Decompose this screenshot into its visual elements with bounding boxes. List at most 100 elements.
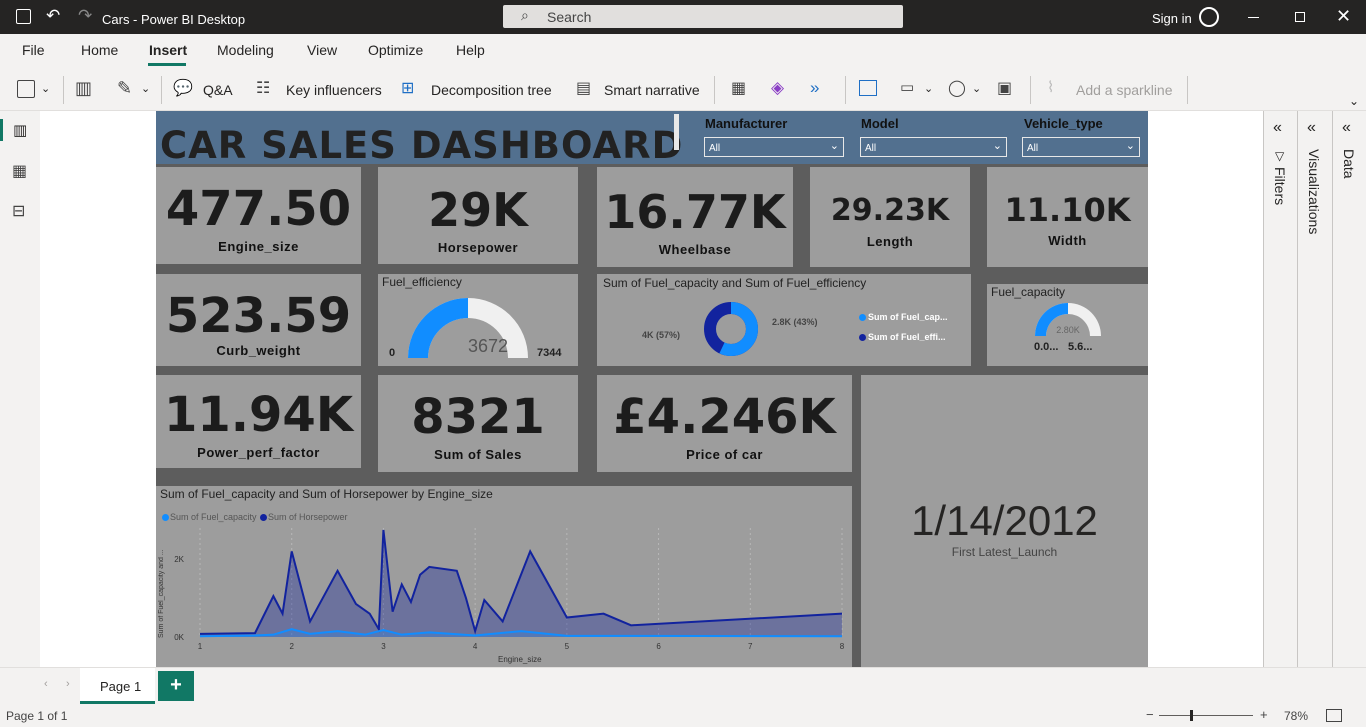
page-count: Page 1 of 1 [6,709,68,723]
curb-weight-card[interactable]: 523.59 Curb_weight [156,274,361,366]
data-pane[interactable]: « Data [1333,111,1366,667]
qa-icon[interactable]: 💬 [173,78,195,100]
table-view-icon[interactable]: ▦ [12,161,27,181]
manufacturer-slicer[interactable]: All ⌄ [704,137,844,157]
power-perf-label: Power_perf_factor [197,445,320,460]
model-view-icon[interactable]: ⊟ [12,201,25,221]
menu-optimize[interactable]: Optimize [368,42,423,58]
paginated-report-icon[interactable]: ✎ [117,78,139,100]
active-view-indicator [0,119,3,141]
model-slicer[interactable]: All ⌄ [860,137,1007,157]
zoom-out-button[interactable]: − [1146,707,1154,722]
visualizations-pane[interactable]: « Visualizations [1298,111,1333,667]
paginated-visual-icon[interactable]: ▦ [731,78,753,100]
donut-title: Sum of Fuel_capacity and Sum of Fuel_eff… [603,276,867,290]
power-apps-icon[interactable]: ◈ [771,78,793,100]
redo-icon[interactable]: ↷ [78,6,92,26]
x-tick-label: 5 [565,642,570,651]
power-automate-icon[interactable]: » [810,78,832,100]
vehicle-type-slicer[interactable]: All ⌄ [1022,137,1140,157]
chevron-down-icon[interactable]: ⌄ [924,82,933,95]
horsepower-card[interactable]: 29K Horsepower [378,167,578,264]
minimize-icon[interactable] [1248,17,1259,18]
power-perf-card[interactable]: 11.94K Power_perf_factor [156,375,361,468]
menu-file[interactable]: File [22,42,45,58]
text-box-icon[interactable] [859,80,877,96]
wheelbase-card[interactable]: 16.77K Wheelbase [597,167,793,267]
price-card[interactable]: £4.246K Price of car [597,375,852,472]
latest-launch-card[interactable]: 1/14/2012 First Latest_Launch [861,375,1148,667]
add-page-button[interactable]: + [158,671,194,701]
price-label: Price of car [686,447,763,462]
divider [161,76,162,104]
zoom-in-button[interactable]: + [1260,707,1268,722]
expand-icon[interactable]: « [1273,119,1282,137]
chevron-down-icon[interactable]: ⌄ [41,82,50,95]
manufacturer-slicer-value: All [709,143,721,154]
length-card[interactable]: 29.23K Length [810,167,970,267]
smart-narrative-button[interactable]: Smart narrative [604,82,700,98]
menu-home[interactable]: Home [81,42,118,58]
scroll-right-icon[interactable]: › [66,678,70,690]
buttons-icon[interactable]: ▭ [900,78,922,100]
menu-insert[interactable]: Insert [149,42,187,58]
divider [1030,76,1031,104]
decomposition-tree-icon[interactable]: ⊞ [401,78,423,100]
expand-icon[interactable]: « [1342,119,1351,137]
gauge-min: 0.0... [1034,341,1059,353]
search-box[interactable]: ⌕ Search [503,5,903,28]
visualizations-pane-label[interactable]: Visualizations [1306,149,1322,234]
sign-in-link[interactable]: Sign in [1152,11,1192,26]
filters-pane-label[interactable]: Filters [1272,167,1288,205]
menu-modeling[interactable]: Modeling [217,42,274,58]
engine-size-card[interactable]: 477.50 Engine_size [156,167,361,264]
collapse-ribbon-icon[interactable]: ⌄ [1349,94,1359,108]
menu-view[interactable]: View [307,42,337,58]
scroll-left-icon[interactable]: ‹ [44,678,48,690]
search-icon: ⌕ [521,7,529,23]
zoom-slider-thumb[interactable] [1190,710,1193,721]
chevron-down-icon[interactable]: ⌄ [141,82,150,95]
close-icon[interactable]: ✕ [1336,6,1351,27]
key-influencers-button[interactable]: Key influencers [286,82,382,98]
gauge-min: 0 [389,347,396,359]
zoom-slider[interactable] [1159,715,1253,716]
fit-to-page-icon[interactable] [1326,709,1342,722]
filter-icon: ▽ [1275,149,1285,163]
qa-button[interactable]: Q&A [203,82,233,98]
smart-narrative-icon[interactable]: ▤ [576,78,598,100]
active-tab-underline [148,63,186,66]
account-icon[interactable] [1199,7,1219,27]
report-view-icon[interactable]: ▥ [13,121,27,139]
restore-icon[interactable] [1295,12,1305,22]
model-slicer-label: Model [861,116,899,131]
sales-card[interactable]: 8321 Sum of Sales [378,375,578,472]
dashboard-header: CAR SALES DASHBOARD Manufacturer All ⌄ M… [156,111,1148,167]
zoom-level[interactable]: 78% [1284,709,1308,723]
fuel-efficiency-gauge[interactable]: Fuel_efficiency 3672 0 7344 [378,274,578,366]
width-card[interactable]: 11.10K Width [987,167,1148,267]
legend-dot-fuel-capacity [859,314,866,321]
page-tab[interactable]: Page 1 [80,668,155,704]
area-chart: 1 2 3 4 5 6 7 8 0K 2K [174,528,845,651]
fuel-capacity-gauge[interactable]: Fuel_capacity 2.80K 0.0... 5.6... [987,284,1148,366]
new-visual-icon[interactable] [17,80,35,98]
undo-icon[interactable]: ↶ [46,6,60,26]
data-pane-label[interactable]: Data [1341,149,1357,179]
key-influencers-icon[interactable]: ☷ [256,78,278,100]
x-tick-label: 2 [289,642,294,651]
donut-chart-card[interactable]: Sum of Fuel_capacity and Sum of Fuel_eff… [597,274,971,366]
length-label: Length [866,234,914,249]
horsepower-value: 29K [428,183,528,237]
save-icon[interactable] [16,9,31,24]
menu-help[interactable]: Help [456,42,485,58]
area-chart-card[interactable]: Sum of Fuel_capacity and Sum of Horsepow… [156,486,852,667]
donut-chart [704,302,758,356]
visual-gallery-icon[interactable]: ▥ [75,78,97,100]
image-icon[interactable]: ▣ [997,78,1019,100]
expand-icon[interactable]: « [1307,119,1316,137]
chevron-down-icon[interactable]: ⌄ [972,82,981,95]
filters-pane[interactable]: « ▽ Filters [1264,111,1298,667]
decomposition-tree-button[interactable]: Decomposition tree [431,82,552,98]
shapes-icon[interactable]: ◯ [948,78,970,100]
